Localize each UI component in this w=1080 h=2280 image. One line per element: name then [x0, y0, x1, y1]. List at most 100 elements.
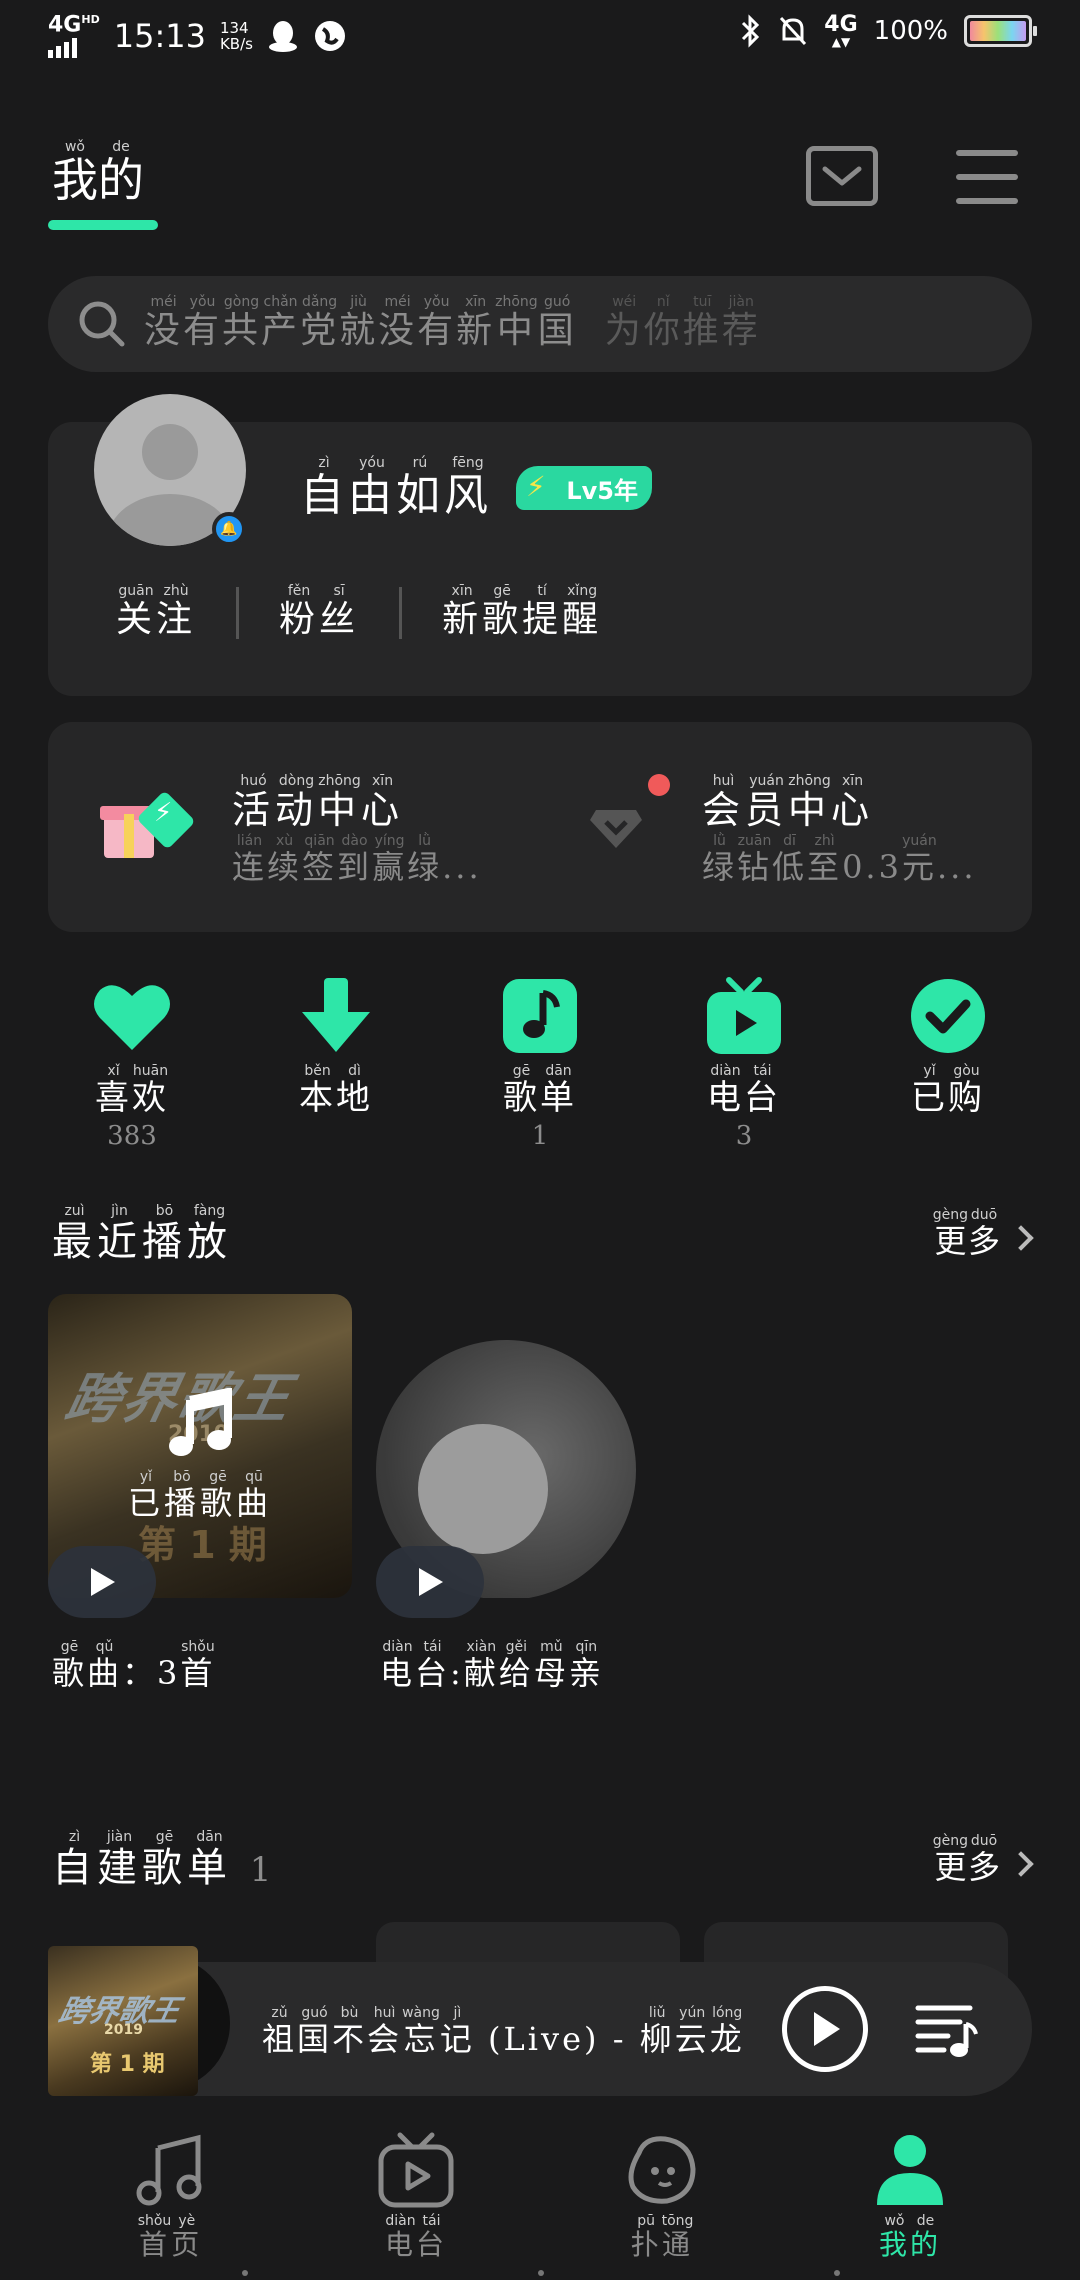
search-hint-char: 荐jiàn: [721, 294, 761, 351]
search-query-text: 没méi有yǒu共gòng产chǎn党dǎng就jiù没méi有yǒu新xīn中…: [144, 294, 577, 351]
nav-char: 我wǒ: [878, 2213, 910, 2261]
annotated-char: 播bō: [163, 1469, 200, 1522]
divider: [236, 587, 240, 639]
username[interactable]: 自zì由yóu如rú风fēng: [300, 455, 492, 523]
chevron-right-icon: [1008, 1225, 1034, 1251]
profile-stat-0[interactable]: 关guān注zhù: [116, 583, 197, 642]
shortcut-purchased[interactable]: 已yǐ购gòu: [878, 976, 1018, 1121]
shortcut-char: 购gòu: [948, 1063, 985, 1118]
annotated-char: 会huì: [702, 773, 746, 832]
recent-songs-play-button[interactable]: [48, 1546, 156, 1618]
annotated-char: 亲qīn: [568, 1639, 604, 1692]
menu-button[interactable]: [956, 150, 1018, 204]
username-char: 风fēng: [444, 455, 492, 521]
battery-percent: 100%: [873, 16, 948, 46]
nav-home[interactable]: 首shǒu页yè: [90, 2130, 250, 2263]
shortcut-radio[interactable]: 电diàn台tái 3: [674, 976, 814, 1151]
shortcut-playlists[interactable]: 歌gē单dān 1: [470, 976, 610, 1151]
annotated-char: 低dī: [772, 833, 808, 886]
nav-radio[interactable]: 电diàn台tái: [336, 2130, 496, 2263]
annotated-char: 自zì: [52, 1829, 97, 1891]
search-char: 产chǎn: [261, 294, 301, 351]
nav-char: 台tái: [416, 2213, 448, 2261]
annotated-char: 心xīn: [831, 773, 875, 832]
now-playing-cover[interactable]: 跨界歌王 2019 第 1 期: [48, 1946, 198, 2096]
profile-stats: 关guān注zhù 粉fěn丝sī 新xīn歌gē提tí醒xǐng: [116, 583, 602, 642]
nav-label: 我wǒ的de: [830, 2213, 990, 2263]
username-char: 由yóu: [348, 455, 396, 521]
stat-char: 粉fěn: [279, 583, 320, 640]
annotated-char: 近jìn: [97, 1203, 142, 1265]
annotated-char: 心xīn: [361, 773, 405, 832]
username-char: 如rú: [396, 455, 444, 521]
search-bar[interactable]: 没méi有yǒu共gòng产chǎn党dǎng就jiù没méi有yǒu新xīn中…: [48, 276, 1032, 372]
divider: [399, 587, 403, 639]
nav-char: 电diàn: [384, 2213, 416, 2261]
annotated-char: ...: [442, 848, 482, 886]
annotated-char: 续xù: [267, 833, 303, 886]
annotated-char: 中zhōng: [788, 773, 832, 832]
shortcut-char: 歌gē: [503, 1063, 540, 1118]
nav-putong[interactable]: 扑pū通tōng: [582, 2130, 742, 2263]
recent-more-link[interactable]: 更gèng多duō: [933, 1207, 1034, 1262]
search-hint-char: 你nǐ: [643, 294, 683, 351]
search-char: 没méi: [378, 294, 418, 351]
shortcut-char: 单dān: [540, 1063, 577, 1118]
mobile-data-indicator: 4G ▲▼: [824, 12, 858, 49]
my-playlists-more-link[interactable]: 更gèng多duō: [932, 1833, 1034, 1888]
song-char: 记jì: [439, 2005, 475, 2058]
annotated-char: 更gèng: [932, 1833, 968, 1886]
profile-stat-1[interactable]: 粉fěn丝sī: [279, 583, 359, 642]
play-pause-button[interactable]: [782, 1986, 868, 2072]
shortcut-char: 本běn: [299, 1063, 336, 1118]
search-query[interactable]: 没méi有yǒu共gòng产chǎn党dǎng就jiù没méi有yǒu新xīn中…: [144, 294, 761, 353]
annotated-char: 连lián: [232, 833, 268, 886]
search-char: 国guó: [537, 294, 577, 351]
shortcut-char: 电diàn: [707, 1063, 744, 1118]
annotated-char: :: [450, 1654, 464, 1692]
annotated-char: 放fàng: [187, 1203, 232, 1265]
battery-icon: [964, 15, 1037, 47]
tab-my[interactable]: 我wǒ的de: [52, 139, 144, 210]
annotated-char: 曲qǔ: [87, 1639, 123, 1692]
annotated-char: 钻zuān: [737, 833, 773, 886]
diamond-icon: [590, 810, 642, 848]
network-speed: 134 KB/s: [219, 18, 253, 54]
play-icon: [91, 1568, 115, 1596]
artist-char: 龙lóng: [709, 2005, 745, 2058]
shortcut-label: 歌gē单dān: [470, 1063, 610, 1119]
annotated-char: 给gěi: [498, 1639, 534, 1692]
inbox-button[interactable]: [806, 146, 878, 206]
tab-char: 我wǒ: [52, 139, 98, 207]
annotated-char: 建jiàn: [97, 1829, 142, 1891]
now-playing-title[interactable]: 祖zǔ国guó不bù会huì忘wàng记jì (Live) - 柳liǔ云yún…: [262, 2005, 745, 2060]
search-char: 有yǒu: [183, 294, 223, 351]
download-icon: [302, 978, 370, 1052]
nav-me[interactable]: 我wǒ的de: [830, 2130, 990, 2263]
song-char: 不bù: [332, 2005, 368, 2058]
nav-label: 电diàn台tái: [336, 2213, 496, 2263]
playlist-queue-icon[interactable]: [914, 2002, 978, 2058]
vip-center-title[interactable]: 会huì员yuán中zhōng心xīn: [702, 773, 875, 834]
profile-stat-2[interactable]: 新xīn歌gē提tí醒xǐng: [442, 583, 602, 642]
shortcut-local[interactable]: 本běn地dì: [266, 976, 406, 1121]
username-char: 自zì: [300, 455, 348, 521]
annotated-char: 最zuì: [52, 1203, 97, 1265]
search-hint-char: 推tuī: [682, 294, 722, 351]
shortcut-favorites[interactable]: 喜xǐ欢huān 383: [62, 976, 202, 1151]
annotated-char: 台tái: [415, 1639, 451, 1692]
mail-icon: [822, 166, 862, 186]
notification-badge-icon: 🔔: [212, 512, 246, 546]
stat-char: 注zhù: [156, 583, 197, 640]
heart-icon: [94, 985, 170, 1050]
activity-center-title[interactable]: 活huó动dòng中zhōng心xīn: [232, 773, 405, 834]
recent-radio-play-button[interactable]: [376, 1546, 484, 1618]
vip-level-badge[interactable]: ⚡ Lv5年: [516, 466, 652, 510]
person-icon: [877, 2135, 943, 2205]
search-char: 新xīn: [456, 294, 496, 351]
recent-section-title: 最zuì近jìn播bō放fàng: [52, 1203, 232, 1267]
annotated-char: 0.3: [842, 848, 902, 886]
activity-card: [48, 722, 1032, 932]
annotated-char: 至zhì: [807, 833, 843, 886]
annotated-char: 已yǐ: [127, 1469, 164, 1522]
